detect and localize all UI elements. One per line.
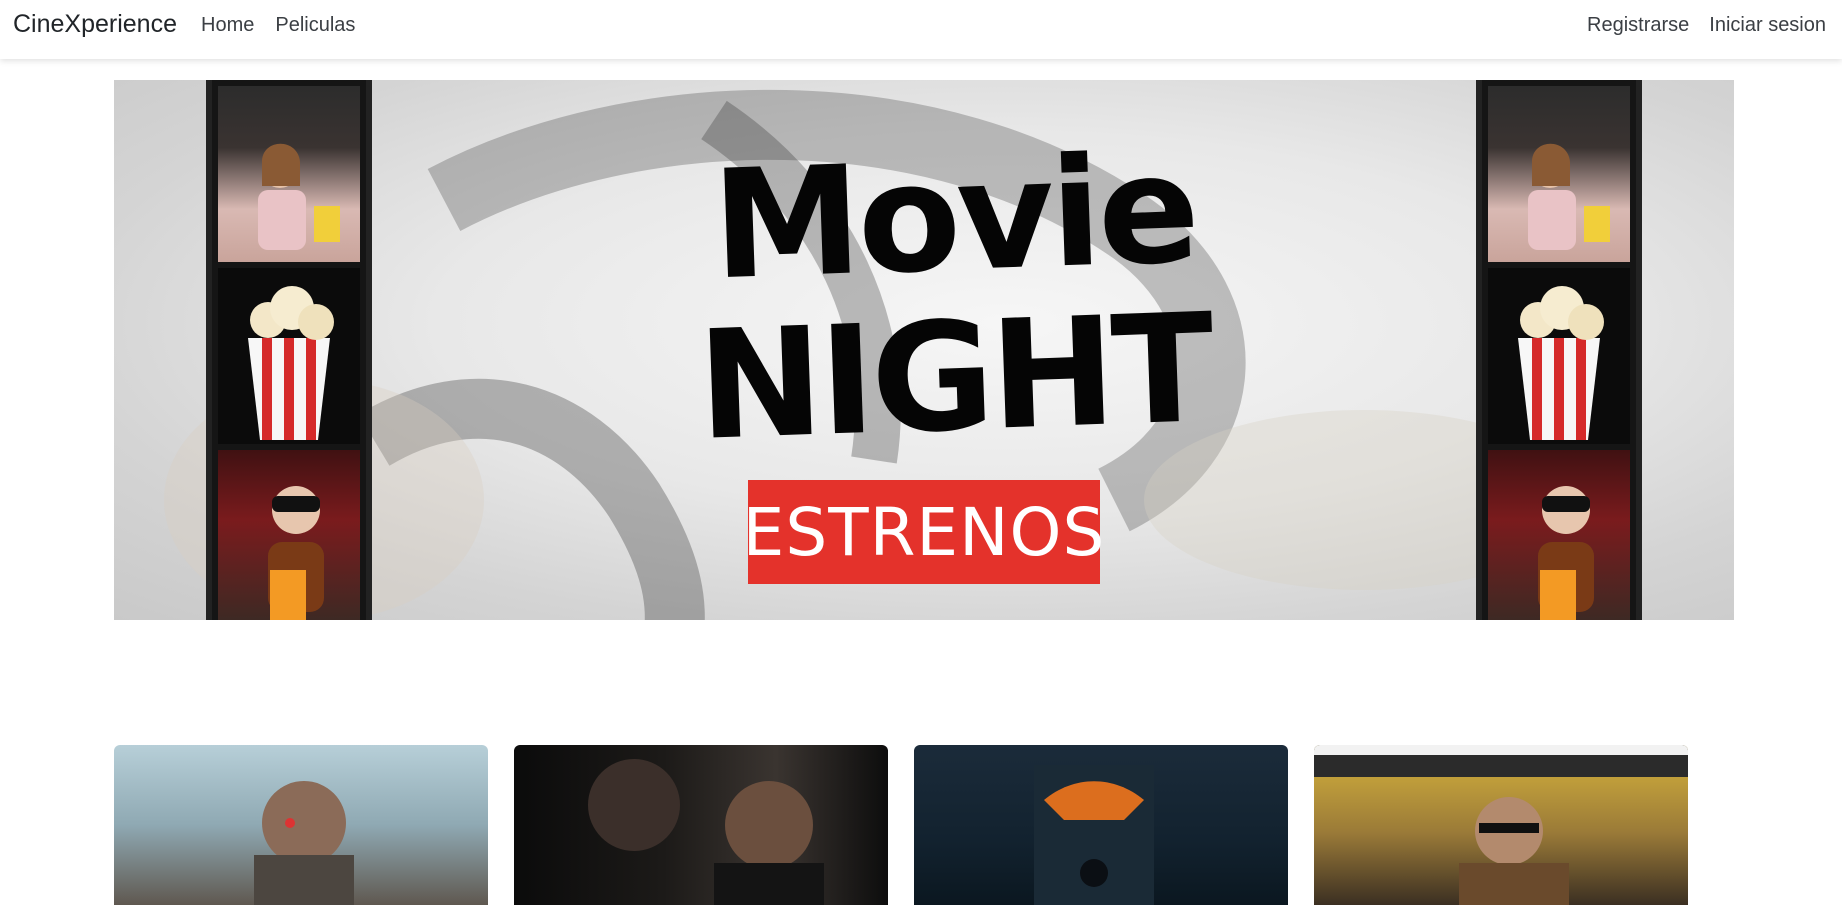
frame-moviegoers (218, 86, 360, 262)
frame-popcorn (1488, 268, 1630, 444)
frame-3d-viewer (218, 450, 360, 620)
frame-moviegoers (1488, 86, 1630, 262)
movie-card-terminator[interactable] (114, 745, 488, 905)
hero-title-line2: NIGHT (694, 282, 1214, 474)
movie-poster-image (588, 759, 824, 905)
filmstrip-left (206, 80, 372, 620)
movie-poster-image (1034, 765, 1154, 905)
hero-title-line1: Movie (709, 122, 1199, 314)
nav-left: Home Peliculas (201, 14, 355, 37)
movie-card-godfather[interactable] (514, 745, 888, 905)
nav-link-home[interactable]: Home (201, 14, 254, 37)
hero-title: Movie NIGHT (644, 123, 1264, 474)
nav-link-registrarse[interactable]: Registrarse (1587, 14, 1689, 37)
nav-link-iniciar-sesion[interactable]: Iniciar sesion (1709, 14, 1826, 37)
filmstrip-right (1476, 80, 1642, 620)
movie-card-taxi-driver[interactable] (1314, 745, 1688, 905)
movie-poster-image (254, 781, 354, 905)
nav-right: Registrarse Iniciar sesion (1587, 14, 1826, 37)
frame-popcorn (218, 268, 360, 444)
movie-cards (114, 745, 1689, 905)
top-navbar: CineXperience Home Peliculas Registrarse… (0, 0, 1842, 59)
hero-banner: Movie NIGHT ESTRENOS (114, 80, 1734, 620)
movie-poster-image (1314, 745, 1688, 905)
brand-link[interactable]: CineXperience (13, 10, 177, 39)
frame-3d-viewer (1488, 450, 1630, 620)
nav-link-peliculas[interactable]: Peliculas (275, 14, 355, 37)
movie-card-dark-knight[interactable] (914, 745, 1288, 905)
estrenos-button[interactable]: ESTRENOS (743, 480, 1104, 584)
